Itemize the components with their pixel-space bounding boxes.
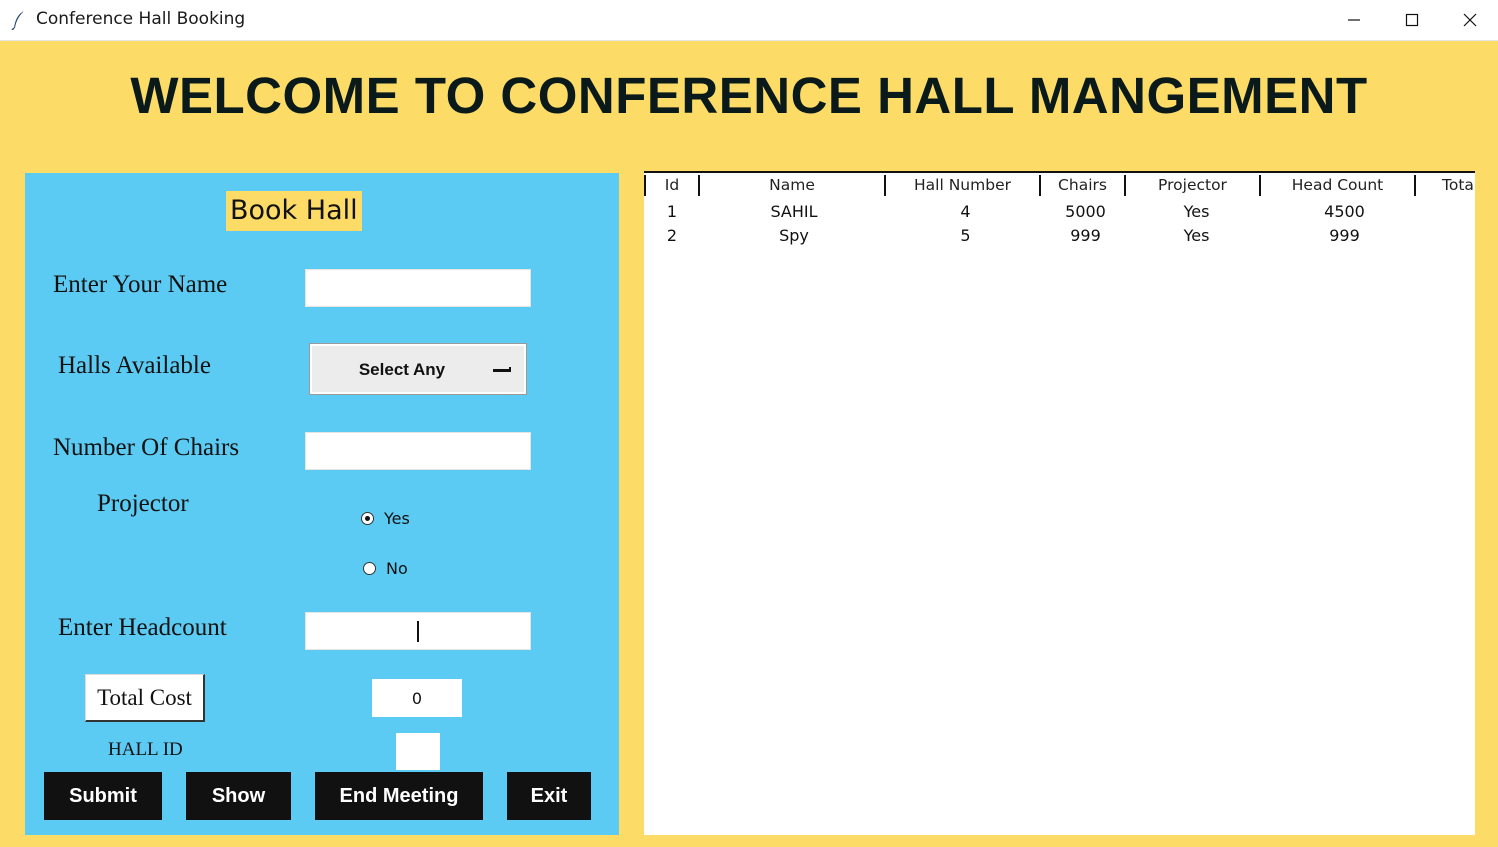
close-button[interactable]	[1441, 0, 1498, 40]
column-header-chairs[interactable]: Chairs	[1039, 175, 1124, 196]
column-header-head-count[interactable]: Head Count	[1259, 175, 1414, 196]
cell-name: Spy	[779, 226, 809, 245]
column-header-name[interactable]: Name	[698, 175, 884, 196]
minimize-button[interactable]	[1325, 0, 1383, 40]
headcount-input[interactable]	[305, 612, 531, 650]
column-header-total[interactable]: Tota	[1414, 175, 1475, 196]
show-button[interactable]: Show	[186, 772, 291, 820]
cell-projector: Yes	[1183, 202, 1210, 221]
column-header-id[interactable]: Id	[644, 175, 698, 196]
radio-indicator	[361, 512, 374, 525]
maximize-icon	[1405, 13, 1419, 27]
text-cursor	[417, 621, 419, 642]
cell-id: 2	[666, 226, 678, 245]
exit-button[interactable]: Exit	[507, 772, 591, 820]
title-bar: Conference Hall Booking	[0, 0, 1498, 41]
headcount-label: Enter Headcount	[58, 614, 227, 641]
projector-radio-no[interactable]: No	[363, 559, 408, 578]
dropdown-indicator-icon	[493, 367, 511, 372]
window-title: Conference Hall Booking	[36, 9, 246, 29]
cell-id: 1	[666, 202, 678, 221]
close-icon	[1463, 13, 1477, 27]
column-header-projector[interactable]: Projector	[1124, 175, 1259, 196]
cell-hall-number: 4	[960, 202, 971, 221]
chairs-label: Number Of Chairs	[53, 434, 240, 461]
name-label: Enter Your Name	[53, 271, 228, 298]
bookings-table[interactable]: Id Name Hall Number Chairs Projector Hea…	[644, 171, 1475, 835]
projector-radio-yes[interactable]: Yes	[361, 509, 410, 528]
name-input[interactable]	[305, 269, 531, 307]
hall-id-label: HALL ID	[108, 739, 183, 760]
chairs-input[interactable]	[305, 432, 531, 470]
form-title: Book Hall	[226, 191, 362, 231]
booking-form-panel: Book Hall Enter Your Name Halls Availabl…	[25, 173, 619, 835]
total-cost-button[interactable]: Total Cost	[85, 674, 205, 722]
projector-label: Projector	[97, 490, 189, 517]
halls-select-value: Select Any	[358, 360, 446, 379]
total-cost-value: 0	[372, 679, 462, 717]
cell-head-count: 999	[1329, 226, 1360, 245]
halls-select[interactable]: Select Any	[309, 343, 527, 395]
cell-chairs: 5000	[1065, 202, 1106, 221]
radio-indicator	[363, 562, 376, 575]
feather-icon	[11, 11, 24, 30]
page-heading: WELCOME TO CONFERENCE HALL MANGEMENT	[130, 67, 1368, 124]
maximize-button[interactable]	[1383, 0, 1441, 40]
halls-label: Halls Available	[58, 352, 211, 379]
minimize-icon	[1348, 19, 1360, 21]
hall-id-input[interactable]	[396, 733, 440, 770]
cell-head-count: 4500	[1324, 202, 1365, 221]
cell-projector: Yes	[1183, 226, 1210, 245]
cell-chairs: 999	[1070, 226, 1101, 245]
cell-name: SAHIL	[770, 202, 818, 221]
table-header: Id Name Hall Number Chairs Projector Hea…	[644, 171, 1475, 198]
submit-button[interactable]: Submit	[44, 772, 162, 820]
end-meeting-button[interactable]: End Meeting	[315, 772, 483, 820]
column-header-hall-number[interactable]: Hall Number	[884, 175, 1039, 196]
radio-label-no: No	[386, 559, 408, 578]
cell-hall-number: 5	[960, 226, 971, 245]
radio-label-yes: Yes	[384, 509, 410, 528]
